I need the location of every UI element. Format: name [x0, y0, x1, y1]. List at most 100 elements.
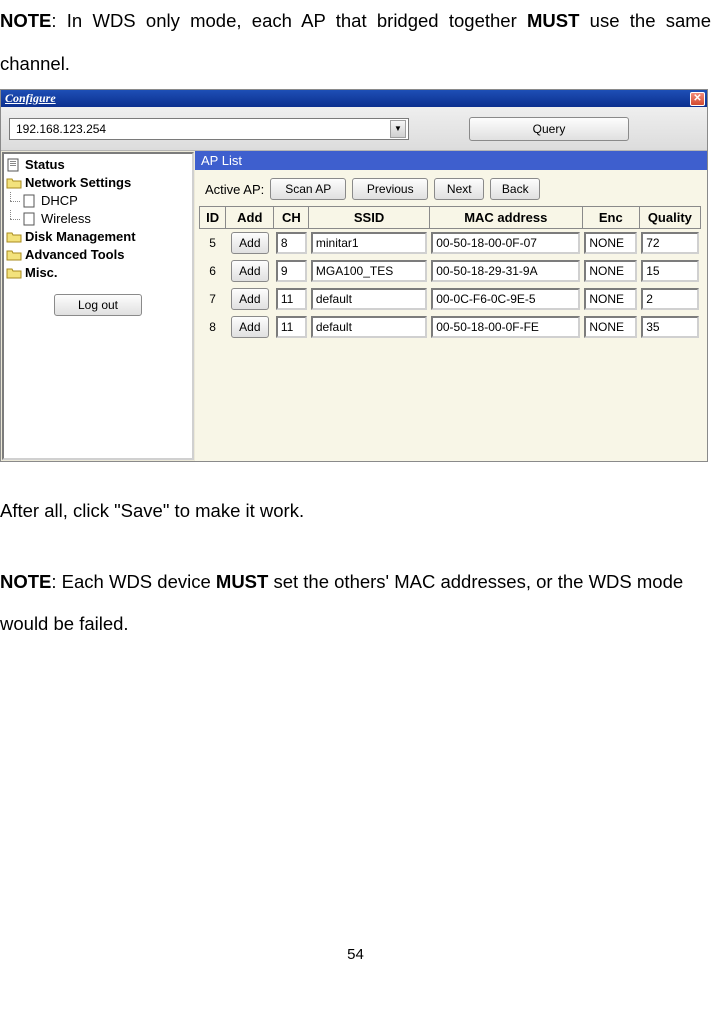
back-button[interactable]: Back [490, 178, 540, 200]
add-label: Add [239, 236, 260, 250]
table-row: 6 Add 9 MGA100_TES 00-50-18-29-31-9A NON… [200, 257, 701, 285]
folder-icon [6, 248, 22, 262]
ch-input[interactable]: 8 [276, 232, 307, 254]
ap-list-table: ID Add CH SSID MAC address Enc Quality [199, 206, 701, 341]
note2-text1: : Each WDS device [51, 571, 216, 592]
cell-id: 8 [200, 313, 226, 341]
ssid-input[interactable]: MGA100_TES [311, 260, 427, 282]
sidebar-item-status[interactable]: Status [4, 156, 192, 174]
enc-input[interactable]: NONE [584, 232, 637, 254]
add-button[interactable]: Add [231, 316, 269, 338]
col-ch: CH [274, 207, 309, 229]
after-all-text: After all, click "Save" to make it work. [0, 490, 711, 533]
previous-button[interactable]: Previous [352, 178, 428, 200]
note-2: NOTE: Each WDS device MUST set the other… [0, 561, 711, 646]
add-button[interactable]: Add [231, 260, 269, 282]
sidebar-label: DHCP [41, 193, 78, 209]
col-id: ID [200, 207, 226, 229]
scan-label: Scan AP [285, 182, 331, 196]
note-1-text1: : In WDS only mode, each AP that bridged… [51, 10, 527, 31]
ssid-input[interactable]: default [311, 288, 427, 310]
address-dropdown[interactable]: 192.168.123.254 ▼ [9, 118, 409, 140]
next-label: Next [447, 182, 472, 196]
sidebar-item-advanced[interactable]: Advanced Tools [4, 246, 192, 264]
cell-id: 5 [200, 229, 226, 257]
mac-input[interactable]: 00-0C-F6-0C-9E-5 [431, 288, 580, 310]
col-enc: Enc [582, 207, 639, 229]
sidebar-item-misc[interactable]: Misc. [4, 264, 192, 282]
sidebar-item-wireless[interactable]: Wireless [4, 210, 192, 228]
table-row: 8 Add 11 default 00-50-18-00-0F-FE NONE … [200, 313, 701, 341]
table-row: 5 Add 8 minitar1 00-50-18-00-0F-07 NONE … [200, 229, 701, 257]
aplist-header: AP List [195, 151, 707, 170]
close-icon: ✕ [693, 94, 701, 104]
add-label: Add [239, 292, 260, 306]
sidebar-item-disk[interactable]: Disk Management [4, 228, 192, 246]
ssid-input[interactable]: minitar1 [311, 232, 427, 254]
note-1: NOTE: In WDS only mode, each AP that bri… [0, 0, 711, 85]
sidebar-label: Disk Management [25, 229, 136, 245]
quality-input[interactable]: 15 [641, 260, 698, 282]
ch-input[interactable]: 11 [276, 288, 307, 310]
active-ap-row: Active AP: Scan AP Previous Next Back [195, 170, 707, 206]
folder-icon [6, 266, 22, 280]
active-ap-label: Active AP: [205, 182, 264, 197]
window-title: Configure [5, 91, 56, 106]
query-label: Query [533, 122, 566, 136]
scan-ap-button[interactable]: Scan AP [270, 178, 346, 200]
page-number: 54 [0, 946, 711, 973]
mac-input[interactable]: 00-50-18-00-0F-07 [431, 232, 580, 254]
close-button[interactable]: ✕ [690, 92, 705, 106]
logout-button[interactable]: Log out [54, 294, 142, 316]
sidebar-item-network[interactable]: Network Settings [4, 174, 192, 192]
page-icon [22, 212, 38, 226]
enc-input[interactable]: NONE [584, 316, 637, 338]
query-button[interactable]: Query [469, 117, 629, 141]
col-mac: MAC address [429, 207, 582, 229]
sidebar-item-dhcp[interactable]: DHCP [4, 192, 192, 210]
page-icon [6, 158, 22, 172]
col-quality: Quality [639, 207, 700, 229]
col-ssid: SSID [309, 207, 429, 229]
mac-input[interactable]: 00-50-18-29-31-9A [431, 260, 580, 282]
note-prefix: NOTE [0, 571, 51, 592]
content-area: Status Network Settings DHCP [1, 151, 707, 461]
note-prefix: NOTE [0, 10, 51, 31]
cell-id: 6 [200, 257, 226, 285]
main-panel: AP List Active AP: Scan AP Previous Next… [195, 151, 707, 461]
note-2-must: MUST [216, 571, 268, 592]
cell-id: 7 [200, 285, 226, 313]
note-1-must: MUST [527, 10, 579, 31]
table-row: 7 Add 11 default 00-0C-F6-0C-9E-5 NONE 2 [200, 285, 701, 313]
add-label: Add [239, 264, 260, 278]
add-label: Add [239, 320, 260, 334]
table-header-row: ID Add CH SSID MAC address Enc Quality [200, 207, 701, 229]
ssid-input[interactable]: default [311, 316, 427, 338]
logout-label: Log out [78, 298, 118, 312]
add-button[interactable]: Add [231, 288, 269, 310]
configure-window: Configure ✕ 192.168.123.254 ▼ Query Stat… [0, 89, 708, 462]
add-button[interactable]: Add [231, 232, 269, 254]
quality-input[interactable]: 2 [641, 288, 698, 310]
folder-icon [6, 230, 22, 244]
page-icon [22, 194, 38, 208]
sidebar-label: Misc. [25, 265, 58, 281]
mac-input[interactable]: 00-50-18-00-0F-FE [431, 316, 580, 338]
sidebar-label: Network Settings [25, 175, 131, 191]
folder-icon [6, 176, 22, 190]
col-add: Add [226, 207, 274, 229]
sidebar-label: Status [25, 157, 65, 173]
next-button[interactable]: Next [434, 178, 484, 200]
sidebar-tree: Status Network Settings DHCP [2, 152, 194, 460]
quality-input[interactable]: 35 [641, 316, 698, 338]
titlebar: Configure ✕ [1, 90, 707, 107]
enc-input[interactable]: NONE [584, 260, 637, 282]
ch-input[interactable]: 11 [276, 316, 307, 338]
ch-input[interactable]: 9 [276, 260, 307, 282]
sidebar-label: Wireless [41, 211, 91, 227]
chevron-down-icon[interactable]: ▼ [390, 120, 406, 138]
back-label: Back [502, 182, 529, 196]
quality-input[interactable]: 72 [641, 232, 698, 254]
sidebar-label: Advanced Tools [25, 247, 124, 263]
enc-input[interactable]: NONE [584, 288, 637, 310]
